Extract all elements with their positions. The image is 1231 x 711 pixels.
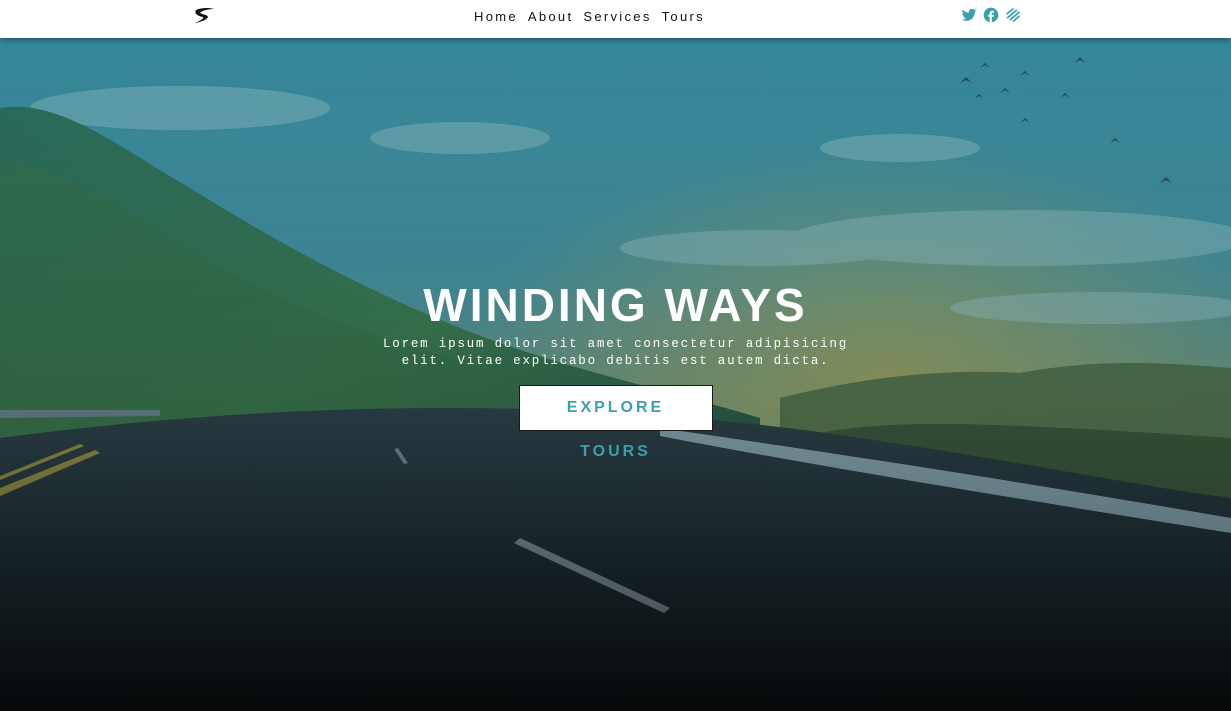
hero-section: WINDING WAYS Lorem ipsum dolor sit amet …	[0, 38, 1231, 711]
nav-links: Home About Services Tours	[474, 0, 705, 32]
landing-page: Home About Services Tours WINDING WAYS L…	[0, 0, 1231, 711]
nav-link-about[interactable]: About	[528, 9, 573, 24]
nav-link-home[interactable]: Home	[474, 9, 518, 24]
hero-description: Lorem ipsum dolor sit amet consectetur a…	[382, 337, 849, 368]
logo-icon[interactable]	[192, 6, 216, 26]
twitter-icon[interactable]	[961, 7, 977, 23]
social-links	[961, 7, 1021, 23]
nav-link-tours[interactable]: Tours	[662, 9, 705, 24]
explore-tours-button[interactable]: EXPLORE TOURS	[518, 385, 713, 460]
squarespace-icon[interactable]	[1005, 7, 1021, 23]
hero-title: WINDING WAYS	[423, 279, 808, 331]
facebook-icon[interactable]	[983, 7, 999, 23]
hero-content: WINDING WAYS Lorem ipsum dolor sit amet …	[0, 278, 1231, 461]
nav-link-services[interactable]: Services	[583, 9, 651, 24]
navbar: Home About Services Tours	[0, 0, 1231, 38]
